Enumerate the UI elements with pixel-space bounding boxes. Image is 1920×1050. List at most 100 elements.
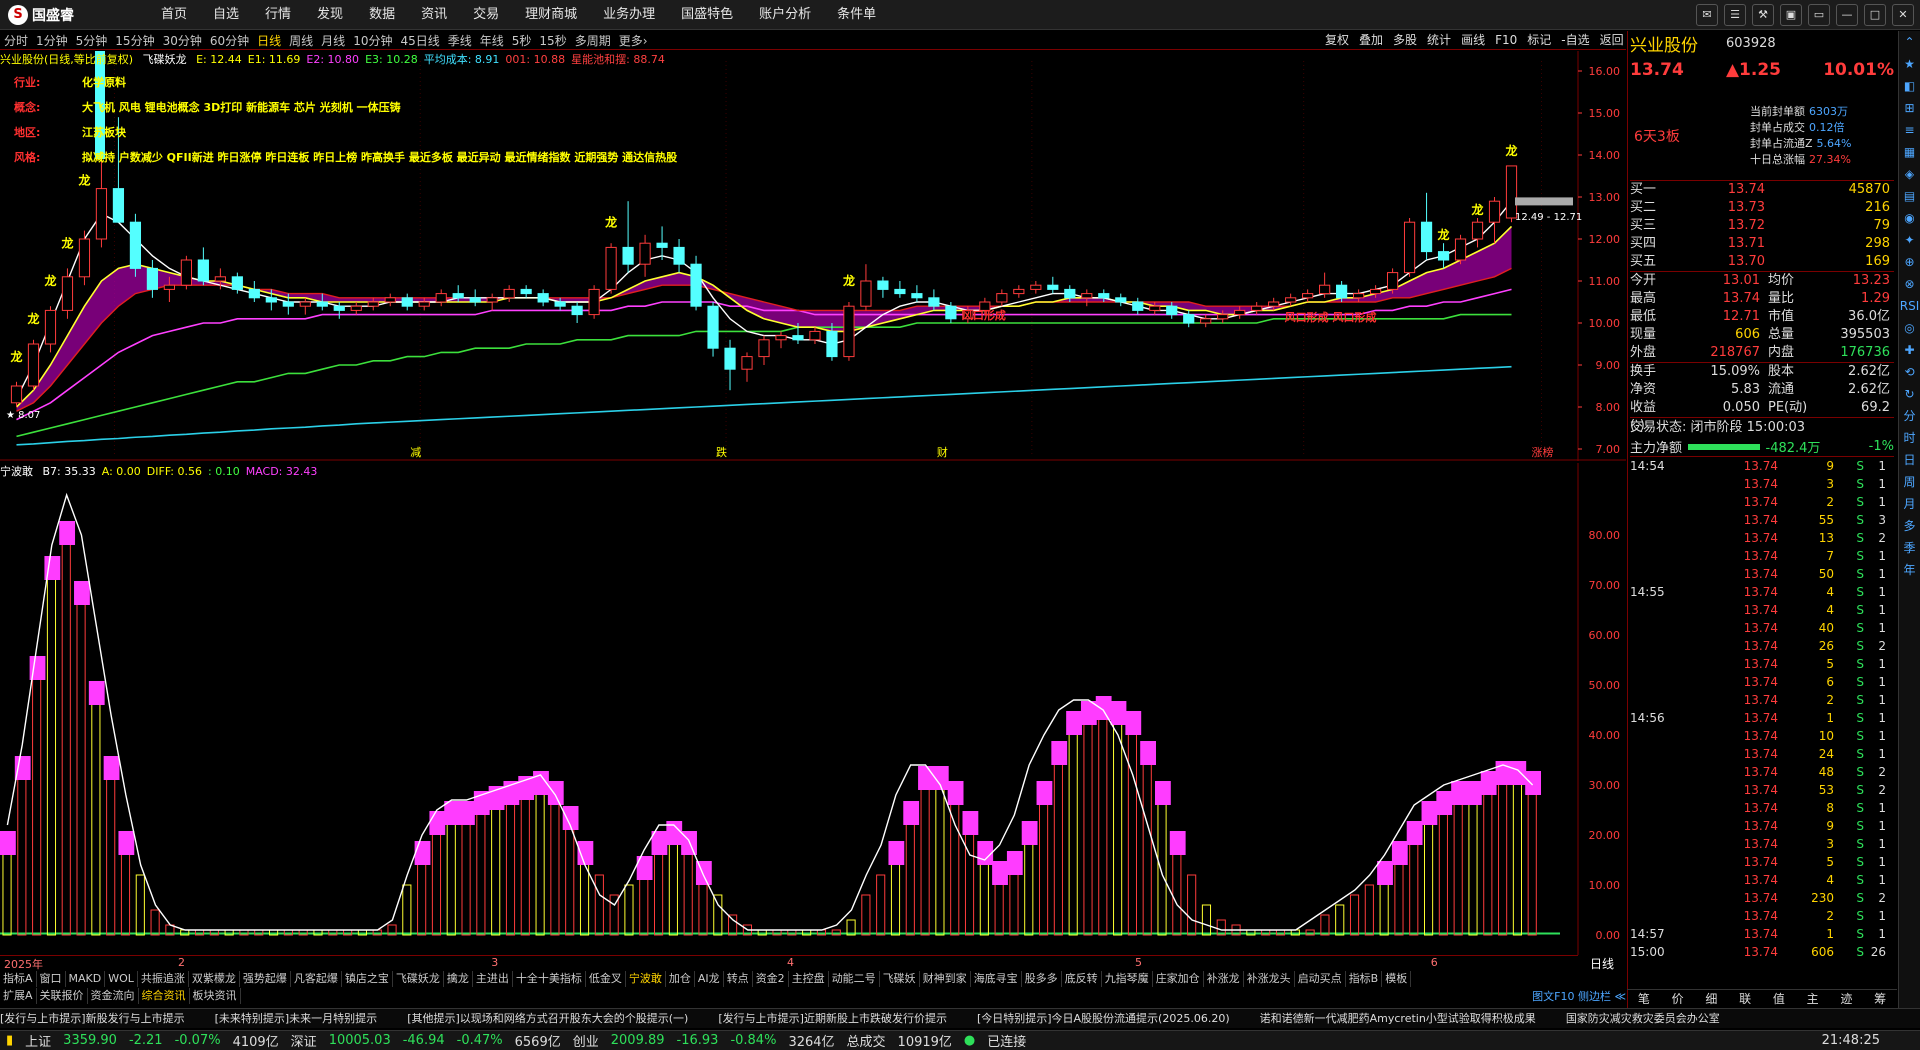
app-logo[interactable]: S 国盛睿 (8, 4, 74, 26)
period-tab-9[interactable]: 10分钟 (349, 32, 396, 49)
period-tab-12[interactable]: 年线 (476, 32, 508, 49)
indicator-tab-28[interactable]: 补涨龙 (1204, 971, 1244, 987)
indicator-tab-14[interactable]: 宁波敢 (626, 971, 666, 987)
sidebar-tool-icon[interactable]: 分 (1899, 405, 1920, 427)
news-item[interactable]: [今日特别提示]今日A股股份流通提示(2025.06.20) (977, 1009, 1230, 1028)
news-item[interactable]: [发行与上市提示]新股发行与上市提示 (0, 1009, 185, 1028)
indicator-tab-19[interactable]: 主控盘 (789, 971, 829, 987)
indicator-tab-30[interactable]: 启动买点 (1295, 971, 1346, 987)
sidebar-tool-icon[interactable]: ⊗ (1899, 273, 1920, 295)
indicator-tab-32[interactable]: 模板 (1382, 971, 1412, 987)
toolbar-btn-0[interactable]: 复权 (1320, 31, 1354, 50)
info-tab-2[interactable]: 资金流向 (88, 988, 139, 1004)
period-tab-14[interactable]: 15秒 (535, 32, 570, 49)
sidebar-tool-icon[interactable]: ▦ (1899, 141, 1920, 163)
sidebar-tool-icon[interactable]: ◧ (1899, 75, 1920, 97)
sidebar-tool-icon[interactable]: ✦ (1899, 229, 1920, 251)
info-tab-4[interactable]: 板块资讯 (190, 988, 241, 1004)
sidebar-tool-icon[interactable]: ⊕ (1899, 251, 1920, 273)
sidebar-tool-icon[interactable]: 时 (1899, 427, 1920, 449)
indicator-tab-3[interactable]: WOL (105, 971, 138, 987)
period-tab-16[interactable]: 更多› (615, 32, 652, 49)
bid-row[interactable]: 买二 13.73 216 (1630, 199, 1894, 217)
toolbar-btn-2[interactable]: 多股 (1388, 31, 1422, 50)
tick-tab-4[interactable]: 值 (1762, 990, 1796, 1007)
period-tab-6[interactable]: 日线 (253, 32, 285, 49)
period-tab-5[interactable]: 60分钟 (206, 32, 253, 49)
layout-icon[interactable]: ▣ (1780, 4, 1802, 26)
sidebar-tool-icon[interactable]: ≡ (1899, 119, 1920, 141)
indicator-tab-31[interactable]: 指标B (1346, 971, 1383, 987)
indicator-tab-29[interactable]: 补涨龙头 (1244, 971, 1295, 987)
indicator-tab-10[interactable]: 擒龙 (444, 971, 473, 987)
sidebar-tool-icon[interactable]: 年 (1899, 559, 1920, 581)
indicator-tab-6[interactable]: 强势起爆 (240, 971, 291, 987)
maximize-icon[interactable]: □ (1864, 4, 1886, 26)
menu-item-4[interactable]: 数据 (356, 0, 408, 30)
indicator-tab-2[interactable]: MAKD (66, 971, 106, 987)
sidebar-tool-icon[interactable]: 周 (1899, 471, 1920, 493)
sidebar-tool-icon[interactable]: 月 (1899, 493, 1920, 515)
sidebar-tool-icon[interactable]: 多 (1899, 515, 1920, 537)
tick-tab-1[interactable]: 价 (1661, 990, 1695, 1007)
f10-sidebar-toggle[interactable]: 图文F10 侧边栏 ≪ (1470, 988, 1626, 1004)
sidebar-tool-icon[interactable]: ◎ (1899, 317, 1920, 339)
indicator-tab-0[interactable]: 指标A (0, 971, 37, 987)
menu-item-0[interactable]: 首页 (148, 0, 200, 30)
news-item[interactable]: 国家防灾减灾救灾委员会办公室 (1566, 1009, 1720, 1028)
news-item[interactable]: 诺和诺德新一代减肥药Amycretin小型试验取得积极成果 (1260, 1009, 1536, 1028)
indicator-tab-26[interactable]: 九指琴魔 (1102, 971, 1153, 987)
cy-index-label[interactable]: 创业 (573, 1031, 599, 1050)
indicator-tab-21[interactable]: 飞碟妖 (880, 971, 920, 987)
tick-tab-5[interactable]: 主 (1796, 990, 1830, 1007)
indicator-tab-12[interactable]: 十全十美指标 (513, 971, 586, 987)
toolbar-btn-3[interactable]: 统计 (1422, 31, 1456, 50)
sidebar-tool-icon[interactable]: ⌃ (1899, 31, 1920, 53)
menu-item-6[interactable]: 交易 (460, 0, 512, 30)
connection-status[interactable]: 已连接 (987, 1031, 1026, 1050)
info-tab-0[interactable]: 扩展A (0, 988, 37, 1004)
tick-tab-7[interactable]: 筹 (1863, 990, 1897, 1007)
tools-icon[interactable]: ⚒ (1752, 4, 1774, 26)
indicator-tab-11[interactable]: 主进出 (473, 971, 513, 987)
indicator-tab-1[interactable]: 窗口 (37, 971, 66, 987)
sidebar-tool-icon[interactable]: ▤ (1899, 185, 1920, 207)
period-tab-11[interactable]: 季线 (444, 32, 476, 49)
sidebar-tool-icon[interactable]: RSI (1899, 295, 1920, 317)
tick-tab-2[interactable]: 细 (1695, 990, 1729, 1007)
period-tab-2[interactable]: 5分钟 (72, 32, 112, 49)
bid-row[interactable]: 买五 13.70 169 (1630, 253, 1894, 271)
period-tab-0[interactable]: 分时 (0, 32, 32, 49)
indicator-chart[interactable]: 80.00 70.00 60.00 50.00 40.00 30.00 20.00 10.00… (0, 463, 1626, 955)
tick-tab-0[interactable]: 笔 (1627, 990, 1661, 1007)
indicator-tab-16[interactable]: AI龙 (695, 971, 724, 987)
sidebar-tool-icon[interactable]: ◉ (1899, 207, 1920, 229)
menu-item-10[interactable]: 账户分析 (746, 0, 824, 30)
indicator-tab-25[interactable]: 底反转 (1062, 971, 1102, 987)
tick-tab-6[interactable]: 迹 (1830, 990, 1864, 1007)
indicator-tab-24[interactable]: 股多多 (1022, 971, 1062, 987)
menu-item-2[interactable]: 行情 (252, 0, 304, 30)
bid-row[interactable]: 买一 13.74 45870 (1630, 181, 1894, 199)
indicator-tab-8[interactable]: 镇店之宝 (342, 971, 393, 987)
news-item[interactable]: [未来特别提示]未来一月特别提示 (215, 1009, 378, 1028)
sidebar-tool-icon[interactable]: 季 (1899, 537, 1920, 559)
indicator-tab-18[interactable]: 资金2 (753, 971, 789, 987)
period-tab-1[interactable]: 1分钟 (32, 32, 72, 49)
sh-index-label[interactable]: 上证 (25, 1031, 51, 1050)
toolbar-btn-8[interactable]: 返回 (1595, 31, 1629, 50)
period-tab-10[interactable]: 45日线 (396, 32, 443, 49)
menu-item-8[interactable]: 业务办理 (590, 0, 668, 30)
indicator-tab-22[interactable]: 财神到家 (920, 971, 971, 987)
info-tab-1[interactable]: 关联报价 (37, 988, 88, 1004)
indicator-tab-23[interactable]: 海底寻宝 (971, 971, 1022, 987)
toolbar-btn-6[interactable]: 标记 (1522, 31, 1556, 50)
indicator-tab-5[interactable]: 双紫檬龙 (189, 971, 240, 987)
bid-row[interactable]: 买三 13.72 79 (1630, 217, 1894, 235)
news-item[interactable]: [其他提示]以现场和网络方式召开股东大会的个股提示(一) (407, 1009, 688, 1028)
sidebar-tool-icon[interactable]: ✚ (1899, 339, 1920, 361)
menu-item-5[interactable]: 资讯 (408, 0, 460, 30)
toolbar-btn-7[interactable]: -自选 (1556, 31, 1594, 50)
toolbar-btn-1[interactable]: 叠加 (1354, 31, 1388, 50)
chat-icon[interactable]: ✉ (1696, 4, 1718, 26)
